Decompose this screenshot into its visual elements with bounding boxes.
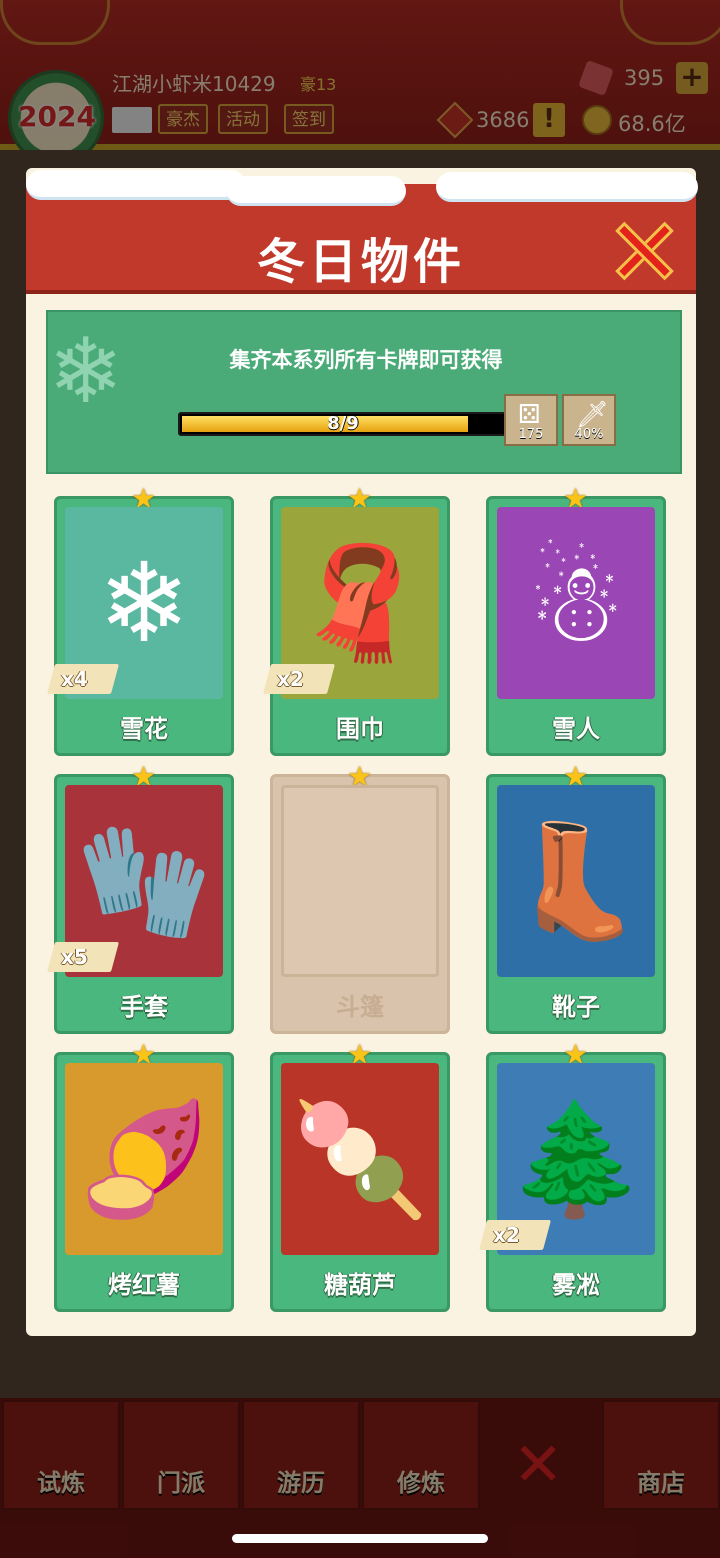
card-count: x2 [493, 1223, 520, 1247]
snowflake-icon: ❄ [48, 319, 124, 424]
candied-haws-icon: 🍡 [281, 1063, 439, 1255]
card-count-badge: x5 [46, 942, 120, 972]
cloak-icon [281, 785, 439, 977]
card-art-glyph [284, 788, 436, 974]
sword-icon: 🗡 [576, 400, 610, 430]
card-art-glyph: 👢 [507, 816, 645, 945]
progress-label: 8/9 [327, 413, 359, 434]
card-name: 斗篷 [336, 993, 384, 1021]
reward-value: 175 [518, 427, 544, 442]
card-name: 雪人 [552, 715, 600, 743]
collection-progress: 8/9 [178, 412, 508, 436]
card-name: 雾凇 [552, 1271, 600, 1299]
card-art-glyph: ☃ [526, 539, 626, 667]
snow-decoration [226, 176, 406, 206]
collection-banner: ❄ 集齐本系列所有卡牌即可获得 8/9 ⚄ 175 🗡 40% [46, 310, 682, 474]
banner-text: 集齐本系列所有卡牌即可获得 [229, 348, 503, 372]
card-count: x4 [61, 667, 88, 691]
modal-title: 冬日物件 [256, 234, 465, 290]
card-item[interactable]: ★ 👢 靴子 [486, 763, 666, 1034]
card-item[interactable]: ★ 🧣 x2 围巾 [262, 485, 450, 756]
card-item[interactable]: ★ 🍠 烤红薯 [54, 1041, 234, 1312]
card-item[interactable]: ★ 🍡 糖葫芦 [270, 1041, 450, 1312]
card-count-badge: x2 [478, 1220, 552, 1250]
card-art-glyph: 🍡 [291, 1094, 429, 1223]
reward-sword[interactable]: 🗡 40% [562, 394, 616, 446]
card-count: x2 [277, 667, 304, 691]
snow-decoration [26, 170, 246, 200]
card-item[interactable]: ★ ☃ 雪人 [486, 485, 666, 756]
card-count-badge: x4 [46, 664, 120, 694]
home-indicator[interactable] [232, 1534, 488, 1543]
modal-header: 冬日物件 [26, 170, 698, 294]
card-item[interactable]: ★ 🧤 x5 手套 [46, 763, 234, 1034]
dice-icon: ⚄ [518, 400, 541, 430]
snow-decoration [436, 172, 698, 202]
reward-value: 40% [574, 427, 604, 442]
snowman-icon: ☃ [497, 507, 655, 699]
card-name: 糖葫芦 [324, 1271, 396, 1299]
winter-items-modal: 冬日物件 ❄ 集齐本系列所有卡牌即可获得 8/9 ⚄ 175 🗡 40% ★ ❄ x… [26, 168, 698, 1336]
boots-icon: 👢 [497, 785, 655, 977]
card-name: 围巾 [336, 715, 384, 743]
card-name: 雪花 [120, 715, 168, 743]
sweet-potato-icon: 🍠 [65, 1063, 223, 1255]
card-item[interactable]: ★ ❄ x4 雪花 [46, 485, 234, 756]
card-count: x5 [61, 945, 88, 969]
card-art-glyph: 🍠 [75, 1094, 213, 1223]
card-item[interactable]: ★ 斗篷 [270, 763, 450, 1034]
card-name: 手套 [120, 993, 168, 1021]
card-item[interactable]: ★ 🌲 x2 雾凇 [478, 1041, 666, 1312]
card-count-badge: x2 [262, 664, 336, 694]
card-name: 烤红薯 [108, 1271, 180, 1299]
close-button[interactable] [614, 220, 674, 281]
reward-dice[interactable]: ⚄ 175 [504, 394, 558, 446]
card-name: 靴子 [552, 993, 600, 1021]
